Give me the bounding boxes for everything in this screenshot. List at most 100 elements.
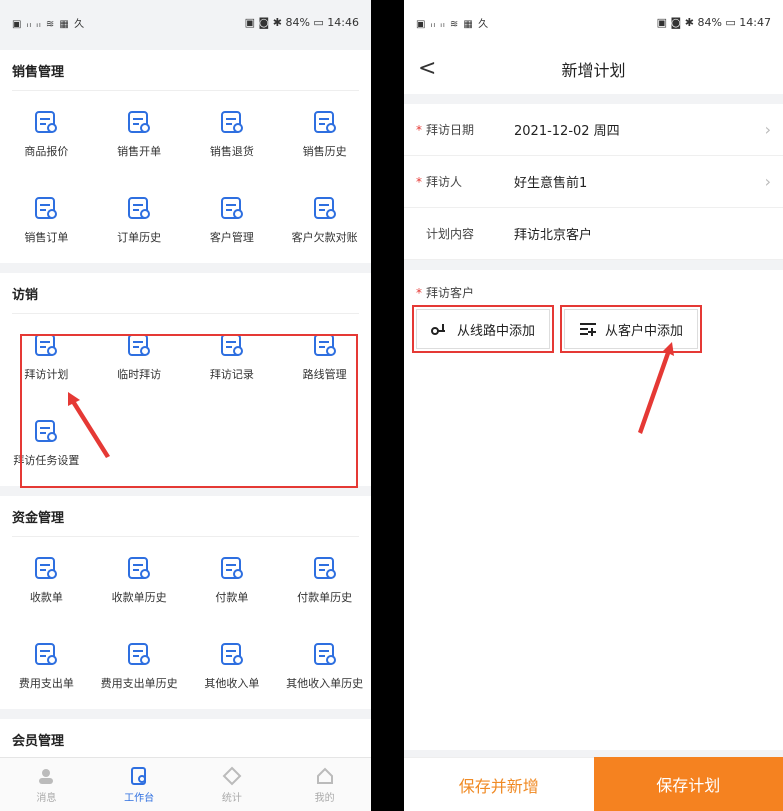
grid-item[interactable]: 销售开单 (93, 91, 186, 177)
customer-icon (220, 197, 243, 219)
plan-content-value: 拜访北京客户 (514, 228, 593, 243)
add-from-route-label: 从线路中添加 (457, 323, 536, 339)
workbench-icon (131, 766, 147, 785)
member-section: 会员管理 (0, 719, 371, 759)
status-bar: ▣ ᵢₗ ᵢₗ ≋ ▦ 久 ▣ ◙ ✱ 84% ▭ 14:47 (404, 0, 783, 44)
message-icon (39, 768, 54, 784)
field-label: 计划内容 (426, 227, 475, 241)
row-visitor[interactable]: * 拜访人 好生意售前1 › (404, 156, 783, 208)
tab-label: 工作台 (124, 792, 155, 804)
receipt-history-icon (128, 557, 151, 579)
status-right: ▣ ◙ ✱ 84% ▭ 14:46 (244, 15, 359, 29)
visit-customer-title: * 拜访客户 (416, 284, 771, 301)
page-title: 新增计划 (561, 61, 626, 80)
signal-icons: ▣ ᵢₗ ᵢₗ ≋ ▦ 久 (416, 18, 490, 30)
grid-item[interactable]: 客户欠款对账 (278, 177, 371, 263)
back-icon[interactable]: < (418, 56, 436, 81)
grid-item[interactable]: 销售历史 (278, 91, 371, 177)
workbench-screen: ▣ ᵢₗ ᵢₗ ≋ ▦ 久 ▣ ◙ ✱ 84% ▭ 14:46 销售管理 商品报… (0, 0, 371, 811)
grid-item[interactable]: 费用支出单历史 (93, 623, 186, 709)
section-title-sales: 销售管理 (12, 64, 65, 80)
sales-history-icon (313, 111, 336, 133)
tab-profile[interactable]: 我的 (278, 758, 371, 811)
visit-customer-section: * 拜访客户 从线路中添加 从客户中添加 (404, 270, 783, 750)
signal-icons: ▣ ᵢₗ ᵢₗ ≋ ▦ 久 (12, 18, 86, 30)
save-and-new-button[interactable]: 保存并新增 (404, 757, 594, 811)
income-icon (220, 643, 243, 665)
row-plan-content[interactable]: 计划内容 拜访北京客户 (404, 208, 783, 260)
pointer-arrow-icon (638, 342, 674, 434)
grid-item[interactable]: 费用支出单 (0, 623, 93, 709)
chevron-right-icon: › (764, 120, 771, 139)
grid-item[interactable]: 商品报价 (0, 91, 93, 177)
grid-item[interactable]: 其他收入单历史 (278, 623, 371, 709)
tab-messages[interactable]: 消息 (0, 758, 93, 811)
sales-grid: 商品报价 销售开单 销售退货 销售历史 销售订单 订单历史 客户管理 客户欠款对… (0, 91, 371, 263)
grid-item[interactable]: 收款单历史 (93, 537, 186, 623)
grid-item-label: 销售历史 (302, 145, 347, 158)
funds-section: 资金管理 收款单 收款单历史 付款单 付款单历史 费用支出单 费用支出单历史 其… (0, 496, 371, 709)
grid-item[interactable]: 销售订单 (0, 177, 93, 263)
required-mark: * (416, 174, 422, 189)
visit-date-value: 2021-12-02 周四 (514, 124, 620, 139)
visitor-value: 好生意售前1 (514, 176, 588, 191)
add-from-customer-label: 从客户中添加 (605, 323, 684, 339)
payment-icon (220, 557, 243, 579)
grid-item[interactable]: 销售退货 (186, 91, 279, 177)
grid-item[interactable]: 其他收入单 (186, 623, 279, 709)
payment-history-icon (313, 557, 336, 579)
bottom-tab-bar: 消息 工作台 统计 我的 (0, 757, 371, 811)
required-mark: * (416, 285, 422, 300)
debt-icon (313, 197, 336, 219)
field-label: 拜访日期 (426, 123, 475, 137)
add-from-customer-button[interactable]: 从客户中添加 (560, 305, 703, 353)
add-from-route-button[interactable]: 从线路中添加 (411, 305, 555, 353)
grid-item-label: 费用支出单 (18, 677, 74, 690)
grid-item[interactable]: 客户管理 (186, 177, 279, 263)
grid-item[interactable]: 付款单历史 (278, 537, 371, 623)
row-visit-date[interactable]: * 拜访日期 2021-12-02 周四 › (404, 104, 783, 156)
new-plan-screen: ▣ ᵢₗ ᵢₗ ≋ ▦ 久 ▣ ◙ ✱ 84% ▭ 14:47 < 新增计划 *… (404, 0, 783, 811)
status-bar: ▣ ᵢₗ ᵢₗ ≋ ▦ 久 ▣ ◙ ✱ 84% ▭ 14:46 (0, 0, 371, 44)
stats-icon (222, 766, 242, 785)
home-price-icon (35, 111, 58, 133)
add-buttons: 从线路中添加 从客户中添加 (411, 305, 771, 353)
income-history-icon (313, 643, 336, 665)
pointer-arrow-icon (68, 392, 110, 458)
section-title-funds: 资金管理 (12, 510, 65, 526)
bottom-action-bar: 保存并新增 保存计划 (404, 757, 783, 811)
nav-bar: < 新增计划 (404, 44, 783, 94)
funds-grid: 收款单 收款单历史 付款单 付款单历史 费用支出单 费用支出单历史 其他收入单 … (0, 537, 371, 709)
route-add-icon (431, 324, 445, 335)
grid-item[interactable]: 付款单 (186, 537, 279, 623)
profile-icon (316, 767, 333, 784)
grid-item-label: 收款单 (29, 591, 63, 604)
sales-return-icon (220, 111, 243, 133)
grid-item-label: 收款单历史 (111, 591, 167, 604)
grid-item-label: 其他收入单历史 (286, 677, 364, 690)
grid-item-label: 其他收入单 (204, 677, 260, 690)
grid-item-label: 费用支出单历史 (100, 677, 178, 690)
save-plan-button[interactable]: 保存计划 (593, 757, 783, 811)
grid-item-label: 商品报价 (24, 145, 69, 158)
tab-label: 我的 (314, 792, 335, 804)
order-history-icon (128, 197, 151, 219)
tab-label: 统计 (221, 792, 242, 804)
chevron-right-icon: › (764, 172, 771, 191)
grid-item[interactable]: 订单历史 (93, 177, 186, 263)
receipt-icon (35, 557, 58, 579)
tab-stats[interactable]: 统计 (186, 758, 279, 811)
section-title-member: 会员管理 (12, 733, 65, 749)
plan-form: * 拜访日期 2021-12-02 周四 › * 拜访人 好生意售前1 › 计划… (404, 104, 783, 260)
sales-list-icon (35, 197, 58, 219)
grid-item[interactable]: 收款单 (0, 537, 93, 623)
tab-label: 消息 (36, 792, 57, 804)
visit-customer-label: 拜访客户 (426, 286, 475, 300)
grid-item-label: 客户欠款对账 (291, 231, 358, 244)
grid-item-label: 销售开单 (117, 145, 162, 158)
required-mark: * (416, 122, 422, 137)
tab-workbench[interactable]: 工作台 (93, 758, 186, 811)
grid-item-label: 付款单 (215, 591, 249, 604)
grid-item-label: 销售退货 (209, 145, 254, 158)
grid-item-label: 订单历史 (117, 231, 162, 244)
